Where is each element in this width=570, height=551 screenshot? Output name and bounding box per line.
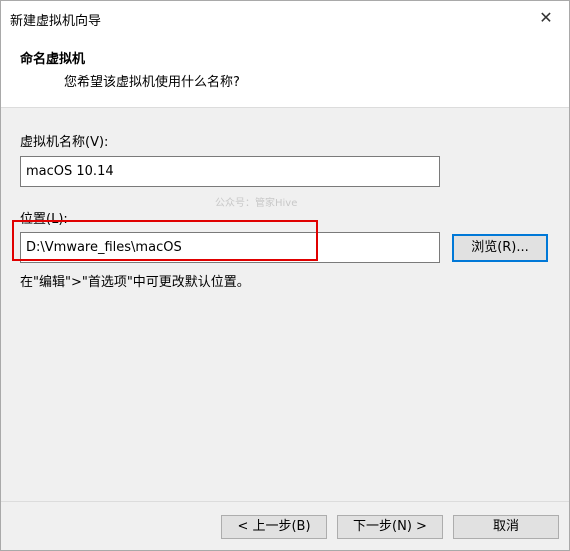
page-subtitle: 您希望该虚拟机使用什么名称? [64,75,240,90]
watermark: 公众号：管家Hive [215,198,298,209]
vm-name-label: 虚拟机名称(V): [20,135,109,150]
back-button[interactable]: < 上一步(B) [221,515,327,539]
page-title: 命名虚拟机 [20,52,86,67]
title-bar: 新建虚拟机向导 ✕ [1,1,569,37]
vm-name-input[interactable] [21,157,439,186]
wizard-header: 命名虚拟机 您希望该虚拟机使用什么名称? [1,37,569,108]
browse-button[interactable]: 浏览(R)... [452,234,548,262]
footer-divider [1,501,569,502]
location-hint: 在"编辑">"首选项"中可更改默认位置。 [20,275,250,290]
window-title: 新建虚拟机向导 [10,14,102,29]
vm-name-field-box [20,156,440,187]
close-icon[interactable]: ✕ [535,7,557,29]
location-label: 位置(L): [20,212,68,227]
location-input[interactable] [21,233,439,262]
new-vm-wizard-window: 新建虚拟机向导 ✕ 命名虚拟机 您希望该虚拟机使用什么名称? 虚拟机名称(V):… [0,0,570,551]
next-button[interactable]: 下一步(N) > [337,515,443,539]
location-field-box [20,232,440,263]
cancel-button[interactable]: 取消 [453,515,559,539]
